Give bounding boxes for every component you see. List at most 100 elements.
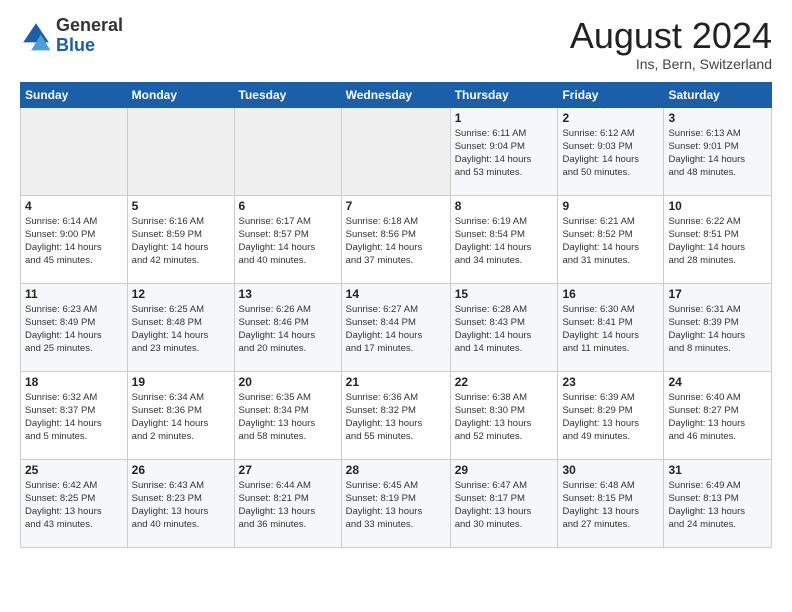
day-info: Sunrise: 6:49 AM Sunset: 8:13 PM Dayligh… [668, 479, 767, 532]
day-number: 31 [668, 463, 767, 477]
day-number: 15 [455, 287, 554, 301]
day-info: Sunrise: 6:47 AM Sunset: 8:17 PM Dayligh… [455, 479, 554, 532]
day-number: 18 [25, 375, 123, 389]
weekday-header: Sunday [21, 82, 128, 107]
day-info: Sunrise: 6:42 AM Sunset: 8:25 PM Dayligh… [25, 479, 123, 532]
day-number: 5 [132, 199, 230, 213]
day-number: 3 [668, 111, 767, 125]
day-number: 6 [239, 199, 337, 213]
calendar-week-row: 11 Sunrise: 6:23 AM Sunset: 8:49 PM Dayli… [21, 283, 772, 371]
logo-text: General Blue [56, 16, 123, 56]
calendar-cell: 4Sunrise: 6:14 AM Sunset: 9:00 PM Daylig… [21, 195, 128, 283]
logo-icon [20, 20, 52, 52]
day-number: 26 [132, 463, 230, 477]
day-number: 14 [346, 287, 446, 301]
calendar-cell: 11 Sunrise: 6:23 AM Sunset: 8:49 PM Dayli… [21, 283, 128, 371]
calendar-cell: 30 Sunrise: 6:48 AM Sunset: 8:15 PM Dayli… [558, 459, 664, 547]
day-info: Sunrise: 6:27 AM Sunset: 8:44 PM Dayligh… [346, 303, 446, 356]
calendar-cell: 18 Sunrise: 6:32 AM Sunset: 8:37 PM Dayli… [21, 371, 128, 459]
logo: General Blue [20, 16, 123, 56]
day-number: 28 [346, 463, 446, 477]
day-number: 21 [346, 375, 446, 389]
calendar-cell: 24Sunrise: 6:40 AM Sunset: 8:27 PM Dayli… [664, 371, 772, 459]
calendar-cell: 15 Sunrise: 6:28 AM Sunset: 8:43 PM Dayli… [450, 283, 558, 371]
day-info: Sunrise: 6:14 AM Sunset: 9:00 PM Dayligh… [25, 215, 123, 268]
calendar-week-row: 18 Sunrise: 6:32 AM Sunset: 8:37 PM Dayli… [21, 371, 772, 459]
day-number: 2 [562, 111, 659, 125]
calendar-cell: 6 Sunrise: 6:17 AM Sunset: 8:57 PM Daylig… [234, 195, 341, 283]
calendar-cell: 9Sunrise: 6:21 AM Sunset: 8:52 PM Daylig… [558, 195, 664, 283]
day-number: 27 [239, 463, 337, 477]
calendar: SundayMondayTuesdayWednesdayThursdayFrid… [20, 82, 772, 548]
logo-blue: Blue [56, 35, 95, 55]
day-info: Sunrise: 6:19 AM Sunset: 8:54 PM Dayligh… [455, 215, 554, 268]
day-number: 30 [562, 463, 659, 477]
day-info: Sunrise: 6:17 AM Sunset: 8:57 PM Dayligh… [239, 215, 337, 268]
calendar-cell: 20Sunrise: 6:35 AM Sunset: 8:34 PM Dayli… [234, 371, 341, 459]
day-info: Sunrise: 6:21 AM Sunset: 8:52 PM Dayligh… [562, 215, 659, 268]
calendar-cell: 10 Sunrise: 6:22 AM Sunset: 8:51 PM Dayli… [664, 195, 772, 283]
calendar-cell: 27 Sunrise: 6:44 AM Sunset: 8:21 PM Dayli… [234, 459, 341, 547]
weekday-header: Tuesday [234, 82, 341, 107]
day-number: 16 [562, 287, 659, 301]
calendar-cell: 29 Sunrise: 6:47 AM Sunset: 8:17 PM Dayli… [450, 459, 558, 547]
day-info: Sunrise: 6:45 AM Sunset: 8:19 PM Dayligh… [346, 479, 446, 532]
day-info: Sunrise: 6:16 AM Sunset: 8:59 PM Dayligh… [132, 215, 230, 268]
calendar-week-row: 25 Sunrise: 6:42 AM Sunset: 8:25 PM Dayli… [21, 459, 772, 547]
day-info: Sunrise: 6:22 AM Sunset: 8:51 PM Dayligh… [668, 215, 767, 268]
day-info: Sunrise: 6:39 AM Sunset: 8:29 PM Dayligh… [562, 391, 659, 444]
day-number: 25 [25, 463, 123, 477]
calendar-cell: 21 Sunrise: 6:36 AM Sunset: 8:32 PM Dayli… [341, 371, 450, 459]
day-info: Sunrise: 6:48 AM Sunset: 8:15 PM Dayligh… [562, 479, 659, 532]
day-info: Sunrise: 6:30 AM Sunset: 8:41 PM Dayligh… [562, 303, 659, 356]
day-info: Sunrise: 6:36 AM Sunset: 8:32 PM Dayligh… [346, 391, 446, 444]
day-info: Sunrise: 6:44 AM Sunset: 8:21 PM Dayligh… [239, 479, 337, 532]
day-info: Sunrise: 6:43 AM Sunset: 8:23 PM Dayligh… [132, 479, 230, 532]
day-number: 11 [25, 287, 123, 301]
calendar-cell: 13Sunrise: 6:26 AM Sunset: 8:46 PM Dayli… [234, 283, 341, 371]
day-number: 17 [668, 287, 767, 301]
calendar-cell [341, 107, 450, 195]
day-info: Sunrise: 6:23 AM Sunset: 8:49 PM Dayligh… [25, 303, 123, 356]
calendar-cell [234, 107, 341, 195]
day-info: Sunrise: 6:38 AM Sunset: 8:30 PM Dayligh… [455, 391, 554, 444]
day-info: Sunrise: 6:26 AM Sunset: 8:46 PM Dayligh… [239, 303, 337, 356]
calendar-cell: 19Sunrise: 6:34 AM Sunset: 8:36 PM Dayli… [127, 371, 234, 459]
month-title: August 2024 [570, 16, 772, 56]
weekday-header: Wednesday [341, 82, 450, 107]
calendar-cell: 22 Sunrise: 6:38 AM Sunset: 8:30 PM Dayli… [450, 371, 558, 459]
day-info: Sunrise: 6:32 AM Sunset: 8:37 PM Dayligh… [25, 391, 123, 444]
calendar-week-row: 1Sunrise: 6:11 AM Sunset: 9:04 PM Daylig… [21, 107, 772, 195]
day-info: Sunrise: 6:12 AM Sunset: 9:03 PM Dayligh… [562, 127, 659, 180]
calendar-week-row: 4Sunrise: 6:14 AM Sunset: 9:00 PM Daylig… [21, 195, 772, 283]
weekday-header: Thursday [450, 82, 558, 107]
calendar-cell: 28 Sunrise: 6:45 AM Sunset: 8:19 PM Dayli… [341, 459, 450, 547]
day-info: Sunrise: 6:28 AM Sunset: 8:43 PM Dayligh… [455, 303, 554, 356]
calendar-cell: 26 Sunrise: 6:43 AM Sunset: 8:23 PM Dayli… [127, 459, 234, 547]
page: General Blue August 2024 Ins, Bern, Swit… [0, 0, 792, 558]
day-number: 22 [455, 375, 554, 389]
day-number: 19 [132, 375, 230, 389]
calendar-header-row: SundayMondayTuesdayWednesdayThursdayFrid… [21, 82, 772, 107]
day-number: 10 [668, 199, 767, 213]
calendar-cell: 31 Sunrise: 6:49 AM Sunset: 8:13 PM Dayli… [664, 459, 772, 547]
calendar-cell: 3 Sunrise: 6:13 AM Sunset: 9:01 PM Daylig… [664, 107, 772, 195]
calendar-cell: 25 Sunrise: 6:42 AM Sunset: 8:25 PM Dayli… [21, 459, 128, 547]
calendar-cell [127, 107, 234, 195]
header: General Blue August 2024 Ins, Bern, Swit… [20, 16, 772, 72]
day-number: 7 [346, 199, 446, 213]
calendar-cell: 12 Sunrise: 6:25 AM Sunset: 8:48 PM Dayli… [127, 283, 234, 371]
day-info: Sunrise: 6:25 AM Sunset: 8:48 PM Dayligh… [132, 303, 230, 356]
day-info: Sunrise: 6:13 AM Sunset: 9:01 PM Dayligh… [668, 127, 767, 180]
day-number: 12 [132, 287, 230, 301]
weekday-header: Monday [127, 82, 234, 107]
day-info: Sunrise: 6:35 AM Sunset: 8:34 PM Dayligh… [239, 391, 337, 444]
title-block: August 2024 Ins, Bern, Switzerland [570, 16, 772, 72]
day-info: Sunrise: 6:18 AM Sunset: 8:56 PM Dayligh… [346, 215, 446, 268]
calendar-cell: 7 Sunrise: 6:18 AM Sunset: 8:56 PM Daylig… [341, 195, 450, 283]
calendar-cell: 2 Sunrise: 6:12 AM Sunset: 9:03 PM Daylig… [558, 107, 664, 195]
weekday-header: Saturday [664, 82, 772, 107]
day-number: 24 [668, 375, 767, 389]
day-number: 29 [455, 463, 554, 477]
day-number: 8 [455, 199, 554, 213]
